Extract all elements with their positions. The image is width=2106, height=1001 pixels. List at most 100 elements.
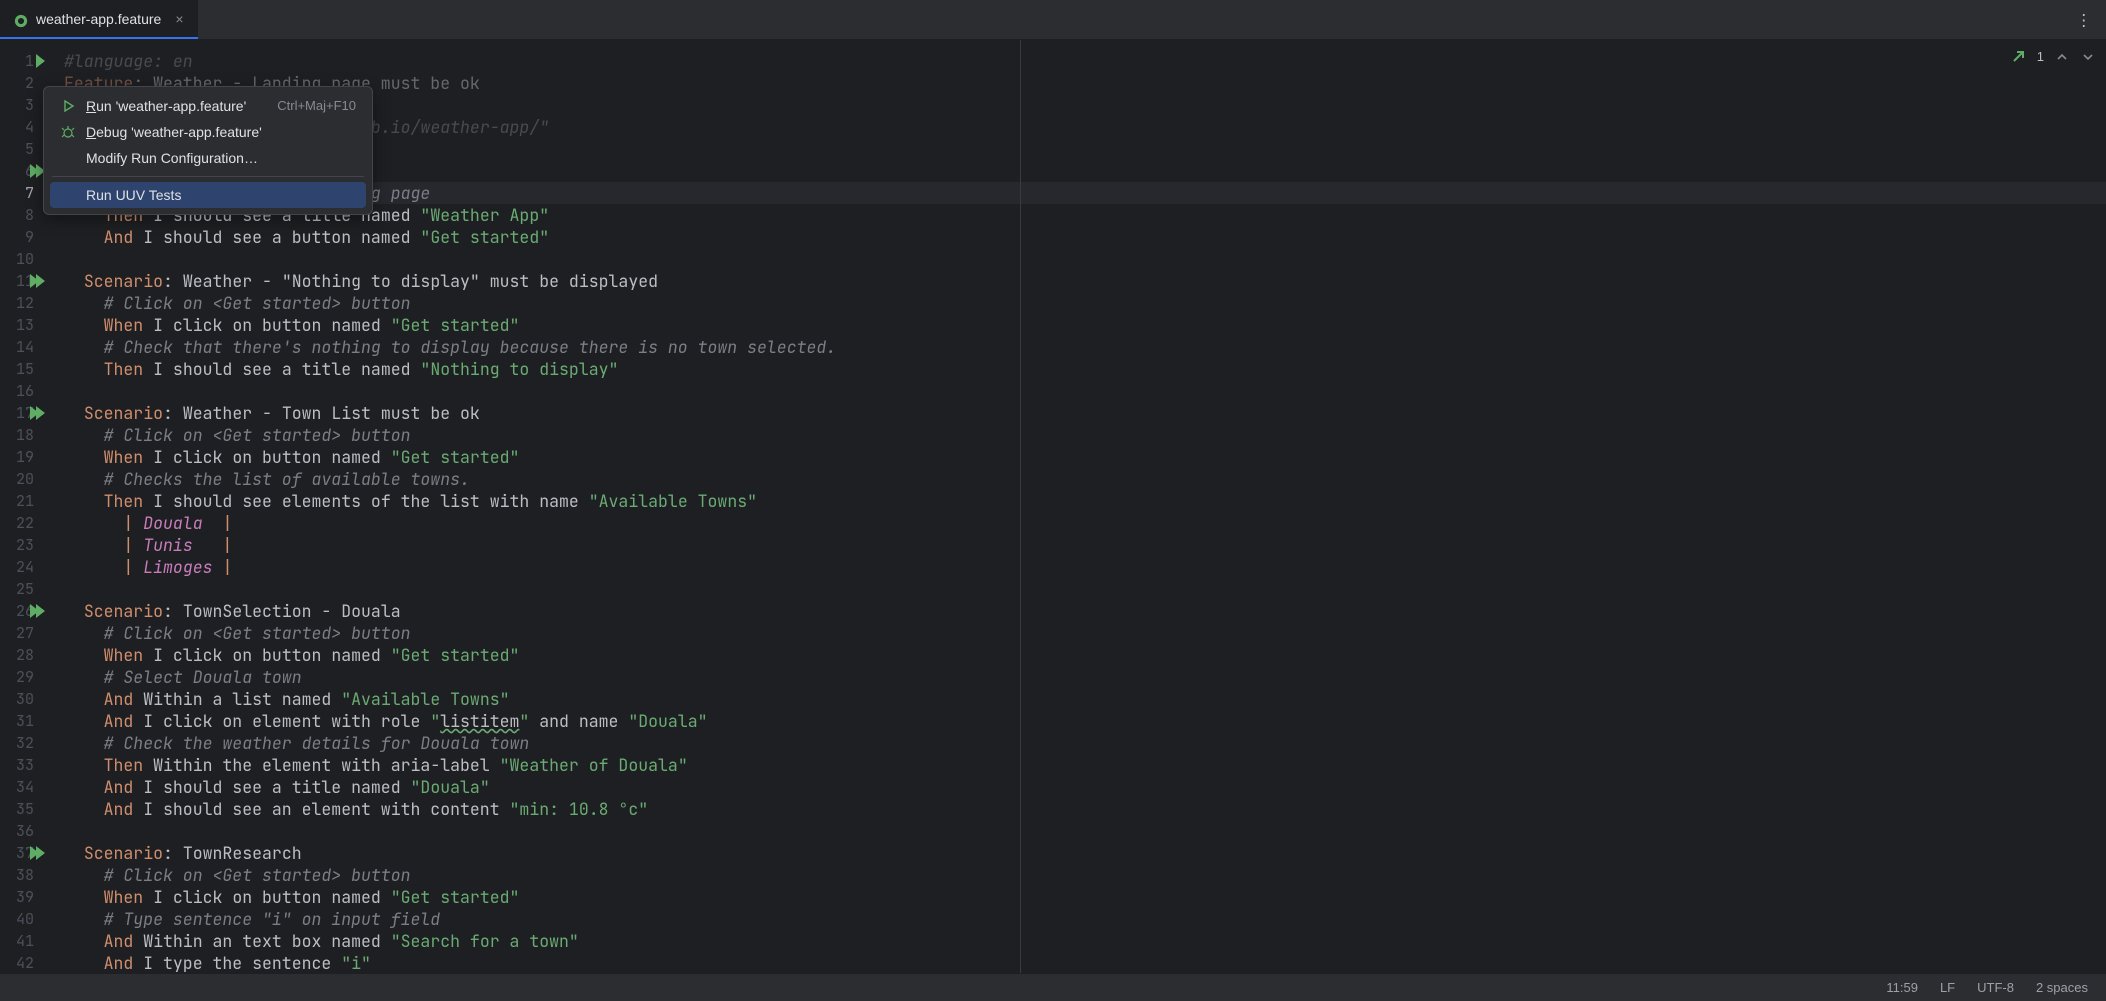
code-line[interactable]: # Check the weather details for Douala t… bbox=[64, 732, 2106, 754]
gutter-line[interactable]: 1 bbox=[0, 50, 34, 72]
file-encoding[interactable]: UTF-8 bbox=[1977, 977, 2014, 999]
menu-debug-label: Debug 'weather-app.feature' bbox=[86, 121, 262, 143]
code-line[interactable] bbox=[64, 820, 2106, 842]
context-menu: Run 'weather-app.feature' Ctrl+Maj+F10 D… bbox=[43, 86, 373, 215]
gutter-line: 32 bbox=[0, 732, 34, 754]
gutter-line: 40 bbox=[0, 908, 34, 930]
gutter-line: 8 bbox=[0, 204, 34, 226]
code-line[interactable]: #language: en bbox=[64, 50, 2106, 72]
code-line[interactable]: | Douala | bbox=[64, 512, 2106, 534]
code-line[interactable]: Scenario: Weather - "Nothing to display"… bbox=[64, 270, 2106, 292]
gutter-line: 30 bbox=[0, 688, 34, 710]
editor: 1 12345678910111213141516171819202122232… bbox=[0, 40, 2106, 973]
gutter-line: 4 bbox=[0, 116, 34, 138]
status-bar: 11:59 LF UTF-8 2 spaces bbox=[0, 973, 2106, 1001]
app-root: weather-app.feature × ⋮ 1 12 34 567891011 1… bbox=[0, 0, 2106, 1001]
gutter-line: 9 bbox=[0, 226, 34, 248]
code-line[interactable]: # Check that there's nothing to display … bbox=[64, 336, 2106, 358]
gutter-line: 41 bbox=[0, 930, 34, 952]
debug-icon bbox=[60, 125, 76, 139]
line-separator[interactable]: LF bbox=[1940, 977, 1955, 999]
code-line[interactable] bbox=[64, 248, 2106, 270]
run-icon bbox=[60, 99, 76, 113]
gutter-line: 25 bbox=[0, 578, 34, 600]
gutter-line[interactable]: 11 bbox=[0, 270, 34, 292]
gutter-line: 34 bbox=[0, 776, 34, 798]
code-line[interactable]: And I should see a title named "Douala" bbox=[64, 776, 2106, 798]
gutter-line: 36 bbox=[0, 820, 34, 842]
menu-run-label: Run 'weather-app.feature' bbox=[86, 95, 246, 117]
gutter-line[interactable]: 26 bbox=[0, 600, 34, 622]
code-line[interactable]: And Within a list named "Available Towns… bbox=[64, 688, 2106, 710]
gutter-line: 20 bbox=[0, 468, 34, 490]
gutter-line: 24 bbox=[0, 556, 34, 578]
code-line[interactable]: # Click on <Get started> button bbox=[64, 292, 2106, 314]
code-line[interactable]: And I should see a button named "Get sta… bbox=[64, 226, 2106, 248]
code-line[interactable]: Then I should see a title named "Nothing… bbox=[64, 358, 2106, 380]
code-line[interactable]: Then Within the element with aria-label … bbox=[64, 754, 2106, 776]
gutter-line: 22 bbox=[0, 512, 34, 534]
menu-separator bbox=[52, 176, 364, 177]
gutter-line: 15 bbox=[0, 358, 34, 380]
code-line[interactable]: And Within an text box named "Search for… bbox=[64, 930, 2106, 952]
gutter-line: 33 bbox=[0, 754, 34, 776]
gutter-line: 21 bbox=[0, 490, 34, 512]
gutter-line: 12 bbox=[0, 292, 34, 314]
tab-bar: weather-app.feature × ⋮ bbox=[0, 0, 2106, 40]
code-line[interactable]: And I type the sentence "i" bbox=[64, 952, 2106, 973]
gutter-line: 5 bbox=[0, 138, 34, 160]
menu-modify-config[interactable]: Modify Run Configuration… bbox=[50, 145, 366, 171]
gutter-line: 38 bbox=[0, 864, 34, 886]
code-line[interactable]: # Click on <Get started> button bbox=[64, 424, 2106, 446]
gutter-line: 14 bbox=[0, 336, 34, 358]
gutter-line: 27 bbox=[0, 622, 34, 644]
gutter-line: 39 bbox=[0, 886, 34, 908]
gutter-line: 7 bbox=[0, 182, 34, 204]
gutter-line: 16 bbox=[0, 380, 34, 402]
gutter-line[interactable]: 17 bbox=[0, 402, 34, 424]
cucumber-icon bbox=[14, 12, 28, 26]
close-icon[interactable]: × bbox=[175, 8, 183, 30]
tab-title: weather-app.feature bbox=[36, 8, 161, 30]
code-line[interactable]: # Type sentence "i" on input field bbox=[64, 908, 2106, 930]
code-line[interactable]: | Limoges | bbox=[64, 556, 2106, 578]
code-line[interactable] bbox=[64, 578, 2106, 600]
code-line[interactable]: Then I should see elements of the list w… bbox=[64, 490, 2106, 512]
code-line[interactable]: | Tunis | bbox=[64, 534, 2106, 556]
code-line[interactable]: When I click on button named "Get starte… bbox=[64, 314, 2106, 336]
gutter-line: 31 bbox=[0, 710, 34, 732]
menu-run-uuv[interactable]: Run UUV Tests bbox=[50, 182, 366, 208]
gutter-line: 19 bbox=[0, 446, 34, 468]
cursor-position[interactable]: 11:59 bbox=[1886, 977, 1918, 999]
gutter-line: 2 bbox=[0, 72, 34, 94]
code-line[interactable]: When I click on button named "Get starte… bbox=[64, 644, 2106, 666]
more-icon[interactable]: ⋮ bbox=[2062, 0, 2106, 39]
editor-tab[interactable]: weather-app.feature × bbox=[0, 0, 198, 39]
gutter-line: 10 bbox=[0, 248, 34, 270]
code-line[interactable]: Scenario: TownSelection - Douala bbox=[64, 600, 2106, 622]
code-line[interactable]: And I should see an element with content… bbox=[64, 798, 2106, 820]
gutter-line: 35 bbox=[0, 798, 34, 820]
code-line[interactable]: When I click on button named "Get starte… bbox=[64, 886, 2106, 908]
gutter-line: 42 bbox=[0, 952, 34, 973]
code-line[interactable]: When I click on button named "Get starte… bbox=[64, 446, 2106, 468]
gutter-line: 23 bbox=[0, 534, 34, 556]
gutter-line[interactable]: 37 bbox=[0, 842, 34, 864]
code-line[interactable] bbox=[64, 380, 2106, 402]
gutter-line[interactable]: 6 bbox=[0, 160, 34, 182]
gutter-line: 18 bbox=[0, 424, 34, 446]
code-line[interactable]: # Checks the list of available towns. bbox=[64, 468, 2106, 490]
gutter-line: 29 bbox=[0, 666, 34, 688]
code-line[interactable]: # Click on <Get started> button bbox=[64, 622, 2106, 644]
menu-debug[interactable]: Debug 'weather-app.feature' bbox=[50, 119, 366, 145]
menu-run-shortcut: Ctrl+Maj+F10 bbox=[277, 95, 356, 117]
gutter-line: 28 bbox=[0, 644, 34, 666]
gutter-line: 13 bbox=[0, 314, 34, 336]
code-line[interactable]: # Click on <Get started> button bbox=[64, 864, 2106, 886]
code-line[interactable]: And I click on element with role "listit… bbox=[64, 710, 2106, 732]
code-line[interactable]: Scenario: TownResearch bbox=[64, 842, 2106, 864]
indent-setting[interactable]: 2 spaces bbox=[2036, 977, 2088, 999]
code-line[interactable]: Scenario: Weather - Town List must be ok bbox=[64, 402, 2106, 424]
menu-run[interactable]: Run 'weather-app.feature' Ctrl+Maj+F10 bbox=[50, 93, 366, 119]
code-line[interactable]: # Select Douala town bbox=[64, 666, 2106, 688]
